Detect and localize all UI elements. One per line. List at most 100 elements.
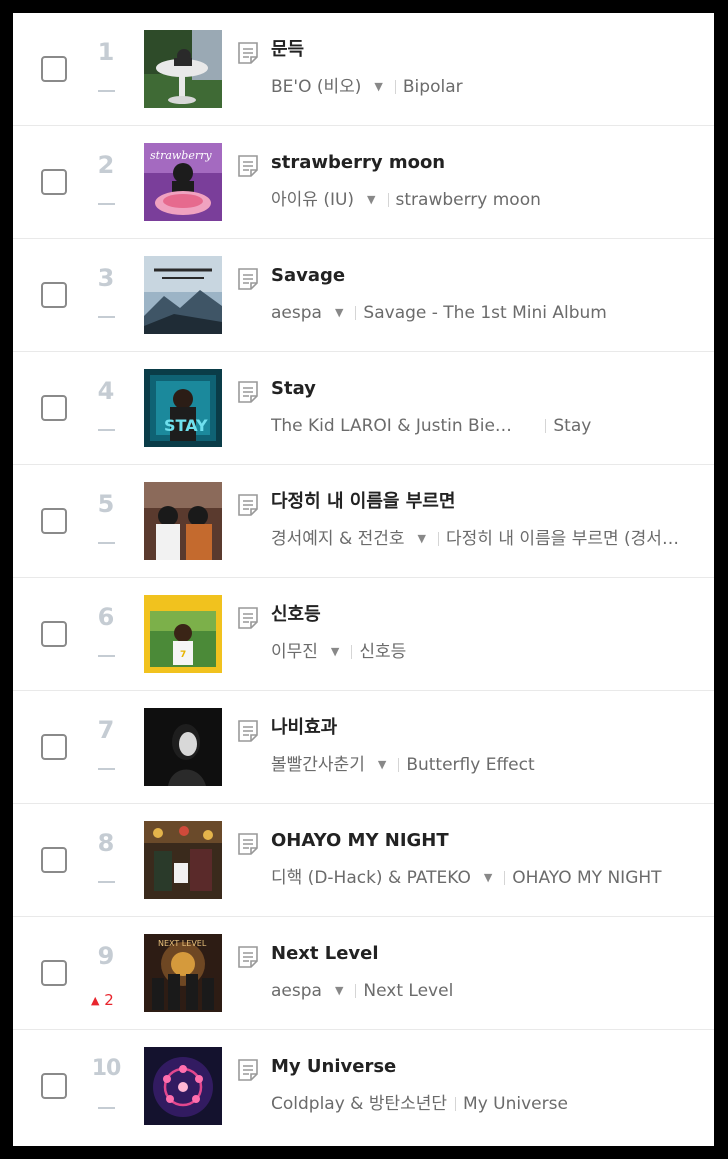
song-meta: BE'O (비오) ▼ Bipolar (271, 75, 463, 99)
album-link[interactable]: 다정히 내 이름을 부르면 (경서… (446, 527, 679, 551)
song-title[interactable]: Next Level (271, 941, 379, 967)
song-row: 7 나비효과 볼빨간사춘기 ▼ Butterfly Effect (13, 691, 714, 804)
artist-dropdown-icon[interactable]: ▼ (335, 301, 343, 325)
artist-dropdown-icon[interactable]: ▼ (331, 640, 339, 664)
album-art[interactable] (144, 30, 222, 108)
divider (455, 1097, 457, 1111)
song-row: 8 OHAYO MY NIGHT 디핵 (D-Hack) & PATEKO ▼ … (13, 804, 714, 917)
album-link[interactable]: Savage - The 1st Mini Album (363, 301, 606, 325)
lyrics-icon[interactable] (237, 606, 259, 630)
song-meta: 아이유 (IU) ▼ strawberry moon (271, 188, 541, 212)
album-art[interactable] (144, 708, 222, 786)
artist-dropdown-icon[interactable]: ▼ (378, 753, 386, 777)
rank-number: 9 (97, 942, 115, 970)
rank-number: 3 (97, 264, 115, 292)
svg-text:STAY: STAY (164, 416, 208, 435)
album-link[interactable]: Next Level (363, 979, 453, 1003)
album-link[interactable]: 신호등 (359, 640, 406, 664)
artist-link[interactable]: The Kid LAROI & Justin Bie… (271, 414, 512, 438)
artist-link[interactable]: aespa (271, 979, 322, 1003)
lyrics-icon[interactable] (237, 1058, 259, 1082)
select-checkbox[interactable] (41, 1073, 67, 1099)
artist-link[interactable]: Coldplay & 방탄소년단 (271, 1092, 447, 1116)
artist-link[interactable]: 경서예지 & 전건호 (271, 527, 405, 551)
artist-dropdown-icon[interactable]: ▼ (374, 75, 382, 99)
artist-link[interactable]: 디핵 (D-Hack) & PATEKO (271, 866, 471, 890)
song-title[interactable]: 다정히 내 이름을 부르면 (271, 489, 455, 515)
song-title[interactable]: Savage (271, 263, 345, 289)
select-checkbox[interactable] (41, 169, 67, 195)
song-row: 2 strawberry strawberry moon 아이유 (IU) ▼ … (13, 126, 714, 239)
album-link[interactable]: Butterfly Effect (406, 753, 534, 777)
album-link[interactable]: Bipolar (403, 75, 463, 99)
song-row: 4 STAY Stay The Kid LAROI & Justin Bie… … (13, 352, 714, 465)
song-meta: 이무진 ▼ 신호등 (271, 640, 406, 664)
artist-link[interactable]: 이무진 (271, 640, 318, 664)
song-title[interactable]: Stay (271, 376, 316, 402)
lyrics-icon[interactable] (237, 380, 259, 404)
album-art[interactable] (144, 482, 222, 560)
artist-link[interactable]: 볼빨간사춘기 (271, 753, 365, 777)
album-link[interactable]: My Universe (463, 1092, 568, 1116)
artist-dropdown-icon[interactable]: ▼ (335, 979, 343, 1003)
lyrics-icon[interactable] (237, 41, 259, 65)
lyrics-icon[interactable] (237, 719, 259, 743)
album-art[interactable] (144, 1047, 222, 1125)
artist-dropdown-icon[interactable]: ▼ (367, 188, 375, 212)
song-meta: Coldplay & 방탄소년단 ▼ My Universe (271, 1092, 568, 1116)
album-art[interactable] (144, 256, 222, 334)
divider (504, 871, 506, 885)
artist-dropdown-icon[interactable]: ▼ (418, 527, 426, 551)
select-checkbox[interactable] (41, 621, 67, 647)
svg-text:strawberry: strawberry (150, 149, 212, 162)
rank-unchanged-dash (98, 90, 115, 92)
song-meta: The Kid LAROI & Justin Bie… ▼ Stay (271, 414, 591, 438)
song-title[interactable]: 문득 (271, 37, 304, 63)
select-checkbox[interactable] (41, 56, 67, 82)
song-title[interactable]: My Universe (271, 1054, 396, 1080)
song-meta: aespa ▼ Next Level (271, 979, 453, 1003)
select-checkbox[interactable] (41, 508, 67, 534)
lyrics-icon[interactable] (237, 945, 259, 969)
svg-text:NEXT LEVEL: NEXT LEVEL (158, 939, 207, 948)
artist-link[interactable]: BE'O (비오) (271, 75, 361, 99)
divider (545, 419, 547, 433)
song-title[interactable]: 나비효과 (271, 715, 337, 741)
artist-link[interactable]: aespa (271, 301, 322, 325)
rank-number: 5 (97, 490, 115, 518)
album-art[interactable]: 7 (144, 595, 222, 673)
divider (355, 984, 357, 998)
select-checkbox[interactable] (41, 847, 67, 873)
song-meta: 볼빨간사춘기 ▼ Butterfly Effect (271, 753, 535, 777)
chart-list: 1 문득 BE'O (비오) ▼ Bipolar 2 strawberry st… (13, 13, 714, 1146)
lyrics-icon[interactable] (237, 154, 259, 178)
select-checkbox[interactable] (41, 395, 67, 421)
rank-number: 1 (97, 38, 115, 66)
song-title[interactable]: strawberry moon (271, 150, 445, 176)
album-link[interactable]: OHAYO MY NIGHT (512, 866, 661, 890)
rank-change-up: ▲ 2 (91, 991, 114, 1009)
album-art[interactable] (144, 821, 222, 899)
rank-unchanged-dash (98, 881, 115, 883)
lyrics-icon[interactable] (237, 832, 259, 856)
svg-text:7: 7 (180, 650, 186, 660)
song-meta: aespa ▼ Savage - The 1st Mini Album (271, 301, 607, 325)
select-checkbox[interactable] (41, 960, 67, 986)
lyrics-icon[interactable] (237, 267, 259, 291)
select-checkbox[interactable] (41, 734, 67, 760)
rank-unchanged-dash (98, 768, 115, 770)
select-checkbox[interactable] (41, 282, 67, 308)
artist-link[interactable]: 아이유 (IU) (271, 188, 354, 212)
album-art[interactable]: STAY (144, 369, 222, 447)
album-art[interactable]: strawberry (144, 143, 222, 221)
artist-dropdown-icon[interactable]: ▼ (484, 866, 492, 890)
lyrics-icon[interactable] (237, 493, 259, 517)
album-link[interactable]: strawberry moon (396, 188, 541, 212)
divider (355, 306, 357, 320)
rank-unchanged-dash (98, 316, 115, 318)
song-title[interactable]: OHAYO MY NIGHT (271, 828, 449, 854)
album-art[interactable]: NEXT LEVEL (144, 934, 222, 1012)
album-link[interactable]: Stay (553, 414, 591, 438)
rank-number: 6 (97, 603, 115, 631)
song-title[interactable]: 신호등 (271, 602, 321, 628)
